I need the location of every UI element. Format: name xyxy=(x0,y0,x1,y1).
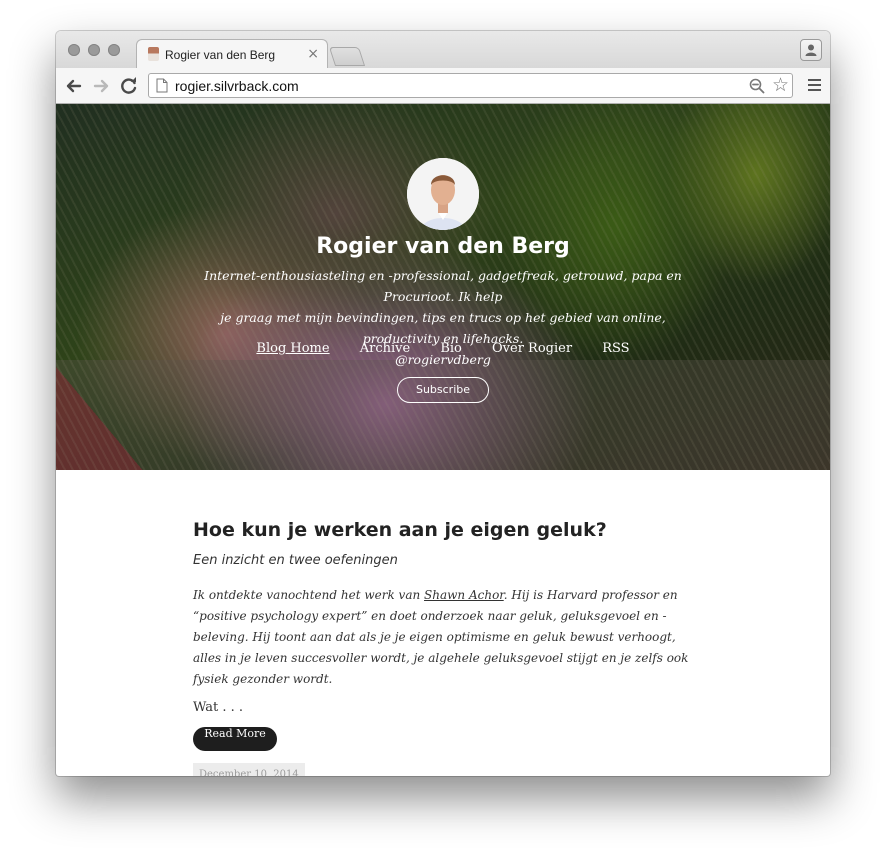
blog-header: Rogier van den Berg Internet-enthousiast… xyxy=(56,104,830,470)
reload-icon[interactable] xyxy=(118,75,140,97)
zoom-window-button[interactable] xyxy=(108,44,120,56)
nav-rss[interactable]: RSS xyxy=(602,341,629,356)
post-excerpt: Ik ontdekte vanochtend het werk van Shaw… xyxy=(193,585,693,690)
nav-blog-home[interactable]: Blog Home xyxy=(256,341,329,356)
favicon-icon xyxy=(148,47,159,61)
post-title[interactable]: Hoe kun je werken aan je eigen geluk? xyxy=(193,519,693,541)
bookmark-star-icon[interactable]: ☆ xyxy=(772,75,789,95)
bio-line: Internet-enthousiasteling en -profession… xyxy=(204,268,682,304)
nav-bio[interactable]: Bio xyxy=(440,341,462,356)
menu-icon[interactable] xyxy=(808,79,821,94)
excerpt-text: Ik ontdekte vanochtend het werk van xyxy=(193,588,425,602)
tab-title: Rogier van den Berg xyxy=(165,48,276,62)
page-icon xyxy=(156,78,168,93)
new-tab-button[interactable] xyxy=(328,47,366,66)
person-icon xyxy=(805,44,817,56)
shawn-achor-link[interactable]: Shawn Achor xyxy=(424,588,504,602)
browser-window: Rogier van den Berg × rogier.silvrback.c… xyxy=(56,31,830,776)
browser-tab[interactable]: Rogier van den Berg × xyxy=(136,39,328,69)
excerpt-ellipsis: Wat . . . xyxy=(193,700,244,715)
close-window-button[interactable] xyxy=(68,44,80,56)
browser-toolbar: rogier.silvrback.com ☆ xyxy=(56,68,830,104)
blog-nav: Blog Home Archive Bio Over Rogier RSS xyxy=(56,341,830,356)
avatar[interactable] xyxy=(407,158,479,230)
avatar-photo xyxy=(407,158,479,230)
read-more-button[interactable]: Read More xyxy=(193,727,277,751)
forward-arrow-icon[interactable] xyxy=(90,75,112,97)
tab-close-icon[interactable]: × xyxy=(307,46,319,62)
excerpt-text: . Hij is Harvard professor en “positive … xyxy=(193,588,689,686)
profile-button[interactable] xyxy=(800,39,822,61)
post-preview: Hoe kun je werken aan je eigen geluk? Ee… xyxy=(193,470,693,776)
minimize-window-button[interactable] xyxy=(88,44,100,56)
tab-strip: Rogier van den Berg × xyxy=(56,31,830,69)
post-subtitle: Een inzicht en twee oefeningen xyxy=(193,553,398,568)
address-bar[interactable]: rogier.silvrback.com ☆ xyxy=(148,73,793,98)
nav-over-rogier[interactable]: Over Rogier xyxy=(492,341,572,356)
url-text[interactable]: rogier.silvrback.com xyxy=(175,78,299,94)
subscribe-button[interactable]: Subscribe xyxy=(397,377,489,403)
nav-archive[interactable]: Archive xyxy=(360,341,410,356)
post-date: December 10, 2014 xyxy=(193,763,305,776)
back-arrow-icon[interactable] xyxy=(63,75,85,97)
blog-title[interactable]: Rogier van den Berg xyxy=(56,234,830,259)
zoom-out-icon[interactable] xyxy=(749,78,765,94)
